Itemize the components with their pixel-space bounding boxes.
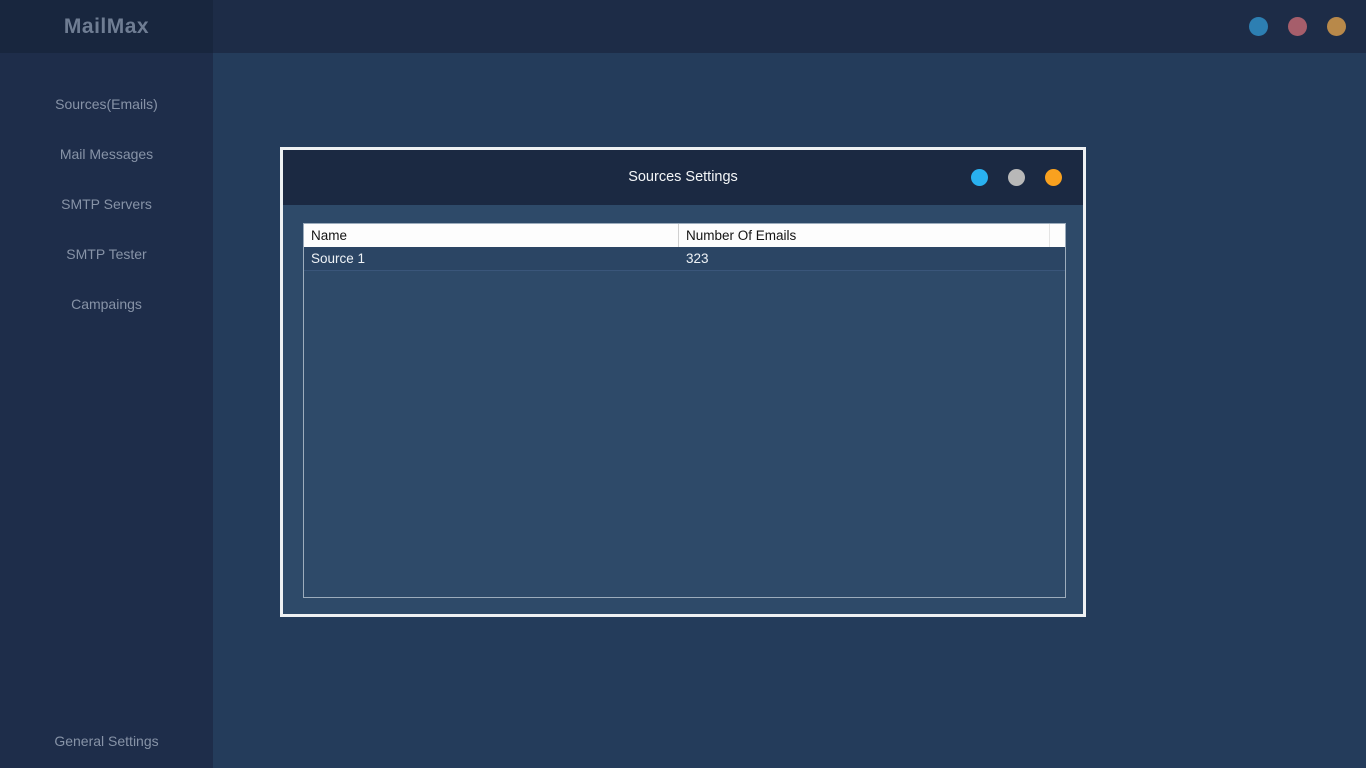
sidebar-item-sources-emails[interactable]: Sources(Emails) <box>0 79 213 129</box>
sidebar-item-smtp-servers[interactable]: SMTP Servers <box>0 179 213 229</box>
cell-source-emails: 323 <box>686 251 709 266</box>
cell-source-name: Source 1 <box>311 251 366 266</box>
sources-table: Name Number Of Emails Source 1 323 <box>303 223 1066 598</box>
window-controls <box>1249 17 1366 36</box>
app-logo: MailMax <box>63 14 150 38</box>
logo-area: MailMax <box>0 0 213 53</box>
window-control-blue-icon[interactable] <box>1249 17 1268 36</box>
sidebar-item-mail-messages[interactable]: Mail Messages <box>0 129 213 179</box>
column-header-name[interactable]: Name <box>304 224 678 247</box>
sidebar: Sources(Emails) Mail Messages SMTP Serve… <box>0 53 213 768</box>
dialog-titlebar[interactable]: Sources Settings <box>283 150 1083 205</box>
column-header-stub <box>1049 224 1065 247</box>
sidebar-nav: Sources(Emails) Mail Messages SMTP Serve… <box>0 53 213 329</box>
dialog-title: Sources Settings <box>628 169 738 185</box>
column-header-emails[interactable]: Number Of Emails <box>678 224 1049 247</box>
window-control-red-icon[interactable] <box>1288 17 1307 36</box>
sources-settings-dialog: Sources Settings Name Number Of Emails S… <box>280 147 1086 617</box>
sidebar-item-general-settings[interactable]: General Settings <box>0 716 213 766</box>
dialog-control-orange-icon[interactable] <box>1045 169 1062 186</box>
topbar: MailMax <box>0 0 1366 53</box>
table-header-row: Name Number Of Emails <box>304 224 1065 247</box>
dialog-control-gray-icon[interactable] <box>1008 169 1025 186</box>
dialog-control-blue-icon[interactable] <box>971 169 988 186</box>
window-control-orange-icon[interactable] <box>1327 17 1346 36</box>
dialog-window-controls <box>971 150 1062 205</box>
sidebar-item-campaings[interactable]: Campaings <box>0 279 213 329</box>
table-row[interactable]: Source 1 323 <box>304 247 1065 271</box>
sidebar-item-smtp-tester[interactable]: SMTP Tester <box>0 229 213 279</box>
